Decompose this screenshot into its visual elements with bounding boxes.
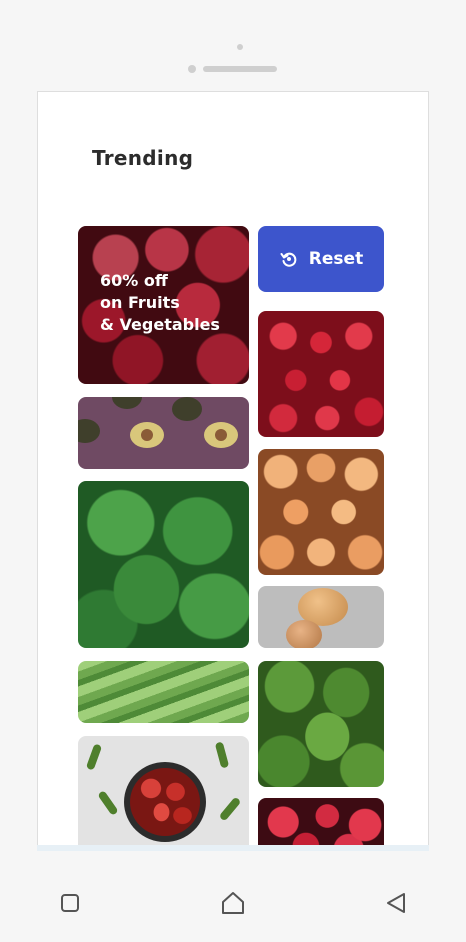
reset-label: Reset	[308, 249, 364, 269]
tile-apricots[interactable]	[258, 449, 384, 575]
tile-chili-bowl[interactable]	[78, 736, 249, 846]
app-screen: Trending 60% off on Fruits & Vegetables …	[37, 91, 429, 847]
back-triangle-icon	[387, 893, 405, 913]
bowl	[124, 762, 206, 842]
avocado-dark	[112, 397, 142, 409]
tile-green-avocados[interactable]	[258, 661, 384, 787]
recents-button[interactable]	[53, 886, 87, 920]
reset-icon	[280, 252, 297, 267]
tile-cherries[interactable]	[258, 311, 384, 437]
avocado-dark	[172, 397, 202, 421]
tile-okra[interactable]	[78, 661, 249, 723]
pepper	[97, 790, 119, 816]
sensor-dot	[188, 65, 196, 73]
promo-line-2: on Fruits	[100, 293, 180, 312]
back-button[interactable]	[379, 886, 413, 920]
speaker-grille	[203, 66, 277, 72]
tile-spinach[interactable]	[78, 481, 249, 648]
promo-tile-strawberries[interactable]: 60% off on Fruits & Vegetables	[78, 226, 249, 384]
home-icon	[222, 892, 244, 914]
page-title: Trending	[92, 146, 194, 170]
recents-square-icon	[61, 894, 79, 912]
promo-line-3: & Vegetables	[100, 315, 220, 334]
avocado-dark	[78, 419, 100, 443]
promo-line-1: 60% off	[100, 271, 168, 290]
onion	[286, 620, 322, 648]
home-button[interactable]	[216, 886, 250, 920]
screen-bottom-edge	[37, 845, 429, 851]
avocado-half	[130, 422, 164, 448]
tile-avocados-purple[interactable]	[78, 397, 249, 469]
avocado-half	[204, 422, 238, 448]
promo-text: 60% off on Fruits & Vegetables	[100, 270, 220, 336]
pepper	[85, 743, 103, 771]
chili-peppers	[130, 768, 200, 836]
tile-radishes[interactable]	[258, 798, 384, 846]
reset-button[interactable]: Reset	[258, 226, 384, 292]
pepper	[218, 796, 242, 822]
camera-dot	[237, 44, 243, 50]
pepper	[214, 741, 230, 769]
tile-onions[interactable]	[258, 586, 384, 648]
